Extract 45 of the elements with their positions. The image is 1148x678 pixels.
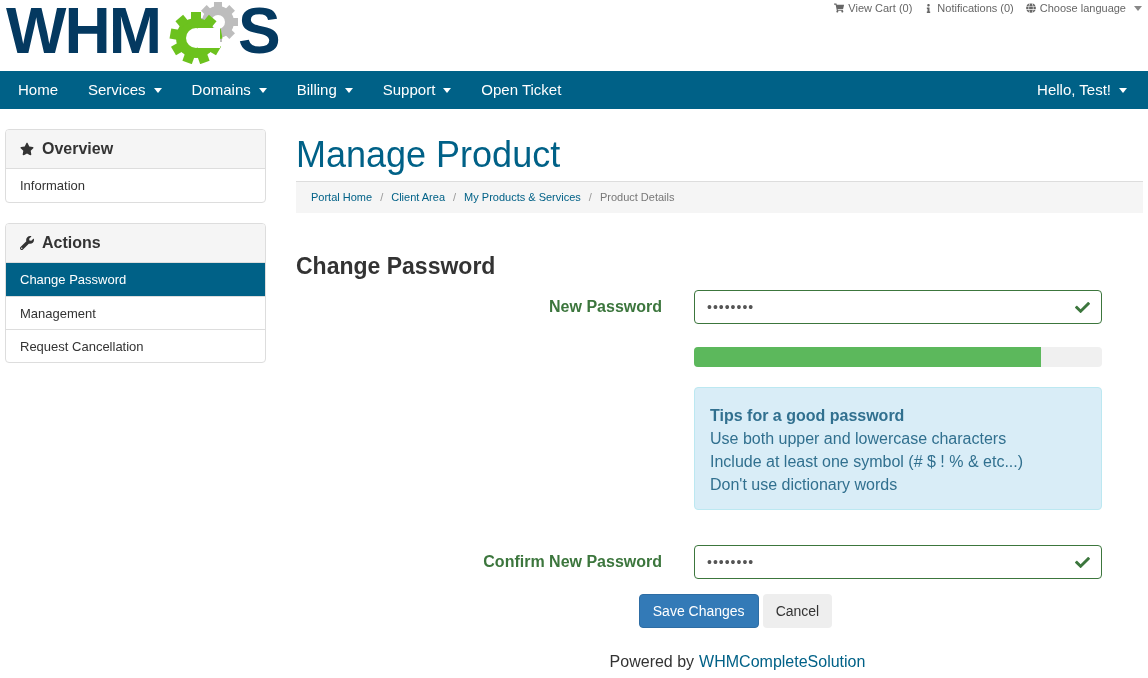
breadcrumb-current: Product Details <box>599 190 675 206</box>
sidebar-item[interactable]: Information <box>6 169 265 202</box>
nav-item[interactable]: Billing <box>281 78 368 102</box>
footer-text: Powered by <box>609 652 695 672</box>
nav-item[interactable]: Domains <box>176 78 282 102</box>
password-field[interactable]: •••••••• <box>694 545 1102 579</box>
sidebar-item[interactable]: Management <box>6 296 265 329</box>
star-icon <box>20 142 34 156</box>
field-label: Confirm New Password <box>482 552 662 572</box>
tip-text: Include at least one symbol (# $ ! % & etc...) <box>710 452 1025 472</box>
panel-title: Overview <box>42 139 114 159</box>
check-icon <box>1075 555 1090 570</box>
logo-text: S <box>237 2 281 60</box>
breadcrumb-link[interactable]: Portal Home <box>311 189 373 206</box>
panel-title: Actions <box>42 233 101 253</box>
sidebar-item[interactable]: Request Cancellation <box>6 329 265 362</box>
tip-text: Use both upper and lowercase characters <box>710 429 1008 449</box>
tip-text: Don't use dictionary words <box>710 475 899 495</box>
top-link[interactable]: Choose language <box>1025 1 1142 15</box>
section-title: Change Password <box>296 252 497 281</box>
globe-icon <box>1025 3 1036 13</box>
nav-item[interactable]: Services <box>73 78 177 102</box>
page-title: Manage Product <box>296 133 562 177</box>
nav-item[interactable]: Home <box>3 78 73 102</box>
check-icon <box>1075 300 1090 315</box>
user-menu[interactable]: Hello, Test! <box>1019 78 1145 102</box>
breadcrumb-separator: / <box>379 190 385 206</box>
breadcrumb-separator: / <box>587 190 593 206</box>
nav-item[interactable]: Open Ticket <box>466 78 577 102</box>
logo-text: WHM <box>6 2 160 60</box>
save-button[interactable]: Save Changes <box>638 594 759 628</box>
field-label: New Password <box>548 297 662 317</box>
breadcrumb-link[interactable]: My Products & Services <box>464 189 581 206</box>
nav-item[interactable]: Support <box>367 78 467 102</box>
cancel-button[interactable]: Cancel <box>762 594 833 628</box>
wrench-icon <box>20 236 34 250</box>
cart-icon <box>834 3 845 13</box>
tips-title: Tips for a good password <box>710 406 906 426</box>
breadcrumb-separator: / <box>452 190 458 206</box>
password-field[interactable]: •••••••• <box>694 290 1102 324</box>
footer-link[interactable]: WHMCompleteSolution <box>699 650 866 674</box>
sidebar-item[interactable]: Change Password <box>6 263 265 296</box>
breadcrumb-link[interactable]: Client Area <box>391 189 445 206</box>
top-link[interactable]: View Cart (0) <box>834 1 913 15</box>
top-link[interactable]: Notifications (0) <box>924 1 1014 15</box>
